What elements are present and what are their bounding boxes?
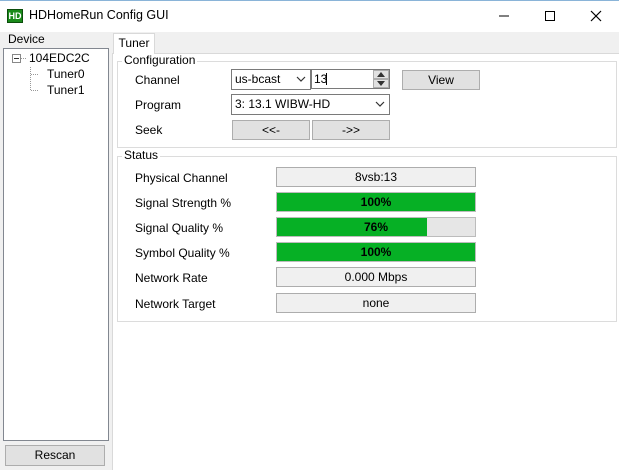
arrow-down-icon [377, 81, 385, 86]
view-button[interactable]: View [402, 70, 480, 90]
channel-map-select[interactable]: us-bcast [231, 69, 311, 90]
window-title: HDHomeRun Config GUI [29, 8, 169, 22]
channel-map-value: us-bcast [235, 72, 281, 86]
seek-previous-button[interactable]: <<- [232, 120, 310, 140]
arrow-up-icon [377, 72, 385, 77]
network-rate-value: 0.000 Mbps [276, 267, 476, 287]
signal-strength-text: 100% [360, 195, 392, 209]
program-value: 3: 13.1 WIBW-HD [235, 97, 331, 111]
minimize-icon [499, 15, 509, 16]
tree-item-tuner1[interactable]: Tuner1 [47, 83, 85, 97]
status-title: Status [122, 148, 161, 162]
physical-channel-value: 8vsb:13 [276, 167, 476, 187]
signal-quality-bar: 76% [276, 217, 476, 237]
physical-channel-label: Physical Channel [135, 171, 228, 185]
tree-item-tuner0[interactable]: Tuner0 [47, 67, 85, 81]
symbol-quality-label: Symbol Quality % [135, 246, 230, 260]
maximize-button[interactable] [527, 0, 573, 31]
channel-number-stepper[interactable]: 13 [311, 69, 390, 89]
device-tree[interactable]: 104EDC2C Tuner0 Tuner1 [3, 48, 109, 441]
symbol-quality-bar: 100% [276, 242, 476, 262]
network-target-value: none [276, 293, 476, 313]
tree-item-device[interactable]: 104EDC2C [29, 51, 90, 65]
network-target-label: Network Target [135, 297, 216, 311]
program-label: Program [135, 98, 182, 112]
chevron-down-icon [375, 95, 385, 120]
minimize-button[interactable] [481, 0, 527, 31]
text-cursor [326, 73, 327, 85]
device-label: Device [8, 32, 45, 46]
seek-label: Seek [135, 123, 163, 137]
close-icon [590, 10, 602, 21]
close-button[interactable] [573, 0, 619, 31]
chevron-down-icon [296, 70, 306, 95]
signal-strength-label: Signal Strength % [135, 196, 232, 210]
symbol-quality-text: 100% [360, 245, 392, 259]
maximize-icon [545, 10, 555, 21]
stepper-down-button[interactable] [373, 79, 389, 88]
signal-quality-label: Signal Quality % [135, 221, 224, 235]
signal-strength-bar: 100% [276, 192, 476, 212]
program-select[interactable]: 3: 13.1 WIBW-HD [231, 94, 390, 115]
seek-next-button[interactable]: ->> [312, 120, 390, 140]
app-icon: HD [7, 9, 23, 23]
rescan-button[interactable]: Rescan [5, 445, 105, 466]
signal-quality-text: 76% [363, 220, 389, 234]
configuration-title: Configuration [122, 53, 198, 67]
network-rate-label: Network Rate [135, 271, 208, 285]
tab-tuner[interactable]: Tuner [113, 33, 155, 54]
stepper-up-button[interactable] [373, 70, 389, 79]
channel-label: Channel [135, 73, 180, 87]
